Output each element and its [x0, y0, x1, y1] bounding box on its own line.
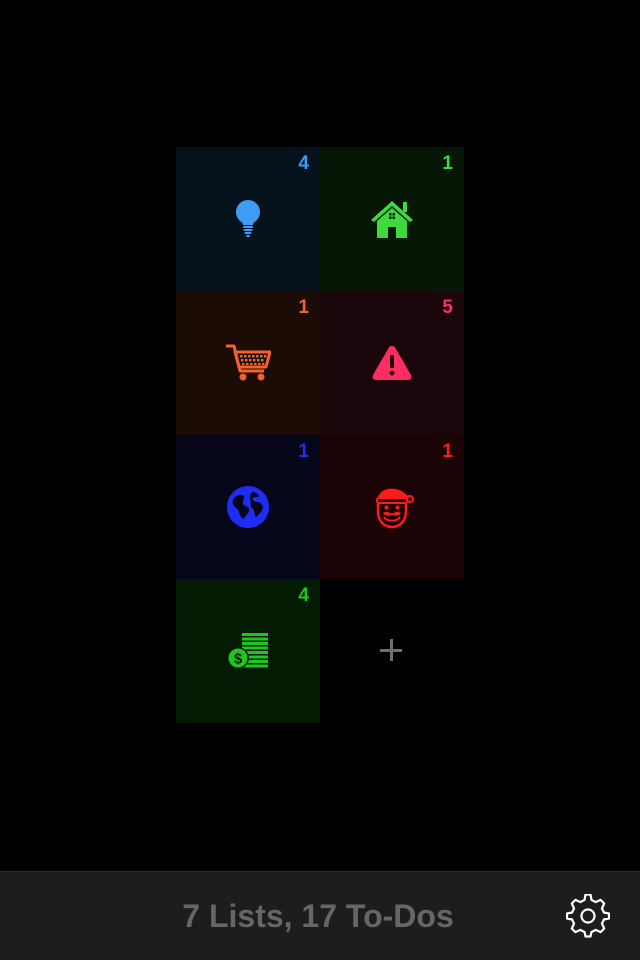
warning-icon — [369, 340, 415, 386]
list-count: 4 — [298, 153, 309, 174]
add-list-button[interactable] — [320, 579, 464, 723]
shopping-cart-icon — [225, 340, 271, 386]
app-screen: 4 1 1 5 1 1 4 $ 7 Lists, 17 To-Dos — [0, 0, 640, 960]
list-tile-world[interactable]: 1 — [176, 435, 320, 579]
list-tile-ideas[interactable]: 4 — [176, 147, 320, 291]
house-icon — [369, 196, 415, 242]
svg-text:$: $ — [234, 651, 243, 668]
list-tile-home[interactable]: 1 — [320, 147, 464, 291]
list-count: 1 — [298, 441, 309, 462]
list-tile-urgent[interactable]: 5 — [320, 291, 464, 435]
list-tile-money[interactable]: 4 $ — [176, 579, 320, 723]
list-count: 4 — [298, 585, 309, 606]
list-tile-shopping[interactable]: 1 — [176, 291, 320, 435]
lists-grid: 4 1 1 5 1 1 4 $ — [176, 147, 464, 723]
money-icon: $ — [225, 628, 271, 674]
list-count: 1 — [298, 297, 309, 318]
summary-label: 7 Lists, 17 To-Dos — [182, 898, 454, 934]
santa-icon — [369, 484, 415, 530]
lightbulb-icon — [225, 196, 271, 242]
gear-icon — [566, 894, 610, 938]
list-count: 5 — [442, 297, 453, 318]
list-tile-christmas[interactable]: 1 — [320, 435, 464, 579]
list-count: 1 — [442, 441, 453, 462]
plus-icon — [380, 639, 404, 663]
bottom-toolbar: 7 Lists, 17 To-Dos — [0, 871, 640, 960]
globe-icon — [225, 484, 271, 530]
settings-button[interactable] — [566, 894, 610, 938]
list-count: 1 — [442, 153, 453, 174]
